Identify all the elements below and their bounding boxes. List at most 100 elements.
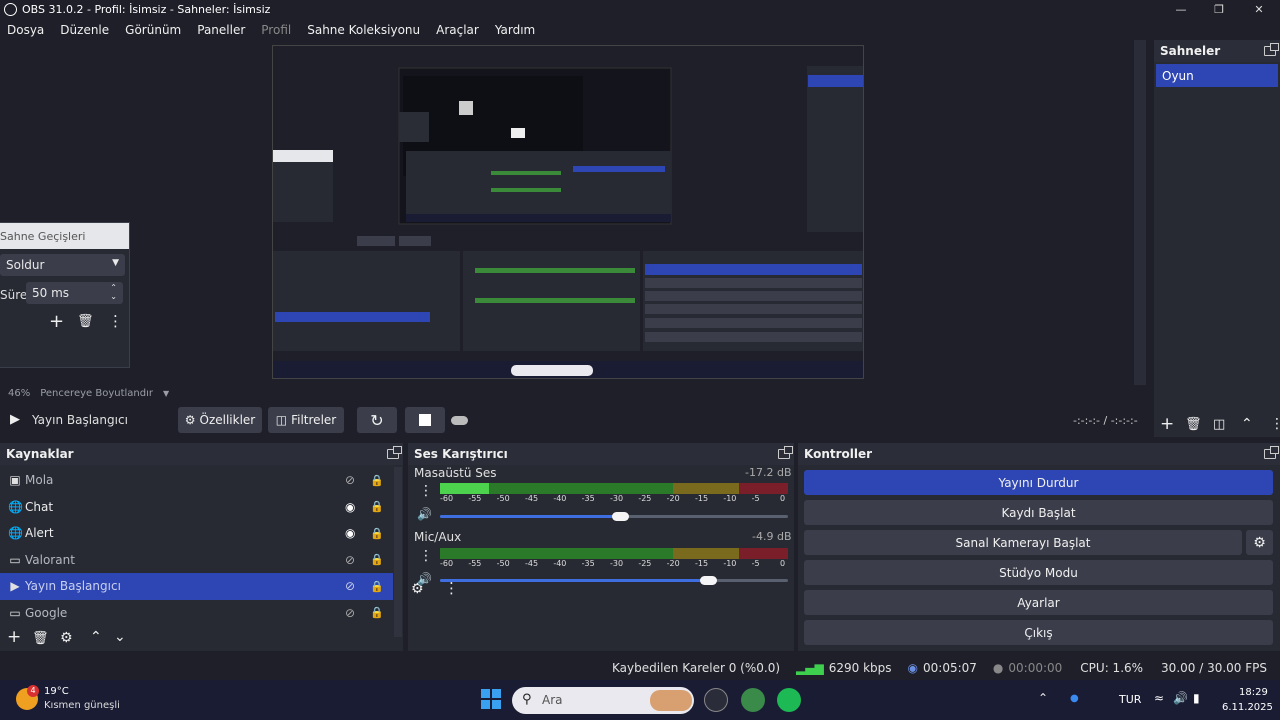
scene-item[interactable]: Oyun: [1156, 64, 1278, 87]
maximize-button[interactable]: ❐: [1200, 0, 1238, 19]
scene-filters-icon[interactable]: ◫: [1213, 417, 1225, 432]
tray-app-icon[interactable]: ●: [1070, 693, 1079, 704]
transition-more-icon[interactable]: ⋮: [108, 312, 123, 330]
taskbar-search[interactable]: ⚲ Ara: [512, 687, 694, 714]
lock-icon[interactable]: 🔒: [370, 500, 384, 513]
channel-menu-icon[interactable]: ⋮: [419, 483, 433, 499]
window-capture-icon: ▭: [9, 605, 21, 620]
spin-arrows-icon[interactable]: ⌃ ⌄: [110, 283, 117, 301]
volume-meter: [440, 483, 788, 494]
preview-scrollbar[interactable]: [1134, 40, 1146, 385]
restart-button[interactable]: ↻: [357, 407, 397, 433]
lock-icon[interactable]: 🔒: [370, 580, 384, 593]
move-up-icon[interactable]: ⌃: [90, 629, 102, 645]
duration-spinbox[interactable]: 50 ms ⌃ ⌄: [26, 282, 123, 304]
meter-tick-label: 0: [780, 559, 786, 568]
menu-scene-collection[interactable]: Sahne Koleksiyonu: [307, 23, 420, 37]
clock-time[interactable]: 18:29: [1239, 687, 1268, 698]
stop-streaming-button[interactable]: Yayını Durdur: [804, 470, 1273, 495]
minimize-button[interactable]: —: [1162, 0, 1200, 19]
meter-tick-label: -15: [695, 494, 709, 503]
move-down-icon[interactable]: ⌄: [114, 629, 126, 645]
remove-scene-icon[interactable]: 🗑: [1185, 417, 1202, 432]
source-properties-icon[interactable]: ⚙: [60, 630, 73, 646]
exit-button[interactable]: Çıkış: [804, 620, 1273, 645]
menu-profile[interactable]: Profil: [261, 23, 291, 37]
studio-mode-button[interactable]: Stüdyo Modu: [804, 560, 1273, 585]
source-item-valorant[interactable]: ▭ Valorant ⊘ 🔒: [0, 547, 393, 574]
volume-slider-knob[interactable]: [612, 512, 629, 521]
preview-canvas[interactable]: [272, 45, 864, 379]
globe-icon: 🌐: [8, 499, 23, 514]
obs-taskbar-icon[interactable]: [704, 688, 728, 712]
source-item-google[interactable]: ▭ Google ⊘ 🔒: [0, 600, 393, 627]
eye-icon[interactable]: ◉: [345, 500, 355, 514]
clock-date[interactable]: 6.11.2025: [1222, 702, 1273, 713]
channel-db: -17.2 dB: [745, 466, 792, 479]
lock-icon[interactable]: 🔒: [370, 474, 384, 487]
battery-icon[interactable]: ▮: [1193, 691, 1200, 705]
tray-chevron-icon[interactable]: ⌃: [1038, 691, 1048, 705]
zoom-dropdown-icon[interactable]: ▼: [163, 389, 169, 398]
undock-icon[interactable]: [1264, 446, 1279, 459]
eye-hidden-icon[interactable]: ⊘: [345, 606, 355, 620]
stop-button[interactable]: [405, 407, 445, 433]
menu-edit[interactable]: Düzenle: [60, 23, 109, 37]
add-source-icon[interactable]: +: [7, 627, 21, 647]
menu-help[interactable]: Yardım: [495, 23, 535, 37]
virtual-camera-settings-button[interactable]: ⚙: [1246, 530, 1273, 555]
cpu-usage: CPU: 1.6%: [1080, 660, 1144, 675]
eye-hidden-icon[interactable]: ⊘: [345, 553, 355, 567]
remove-transition-icon[interactable]: 🗑: [77, 314, 94, 329]
scene-more-icon[interactable]: ⋮: [1270, 416, 1280, 432]
play-icon[interactable]: ▶: [10, 412, 20, 427]
volume-slider-knob[interactable]: [700, 576, 717, 585]
input-language[interactable]: TUR: [1119, 693, 1141, 706]
menu-view[interactable]: Görünüm: [125, 23, 181, 37]
properties-button[interactable]: ⚙ Özellikler: [178, 407, 262, 433]
channel-name: Mic/Aux: [414, 530, 462, 544]
menu-tools[interactable]: Araçlar: [436, 23, 479, 37]
close-button[interactable]: ✕: [1240, 0, 1278, 19]
undock-icon[interactable]: [1264, 43, 1279, 56]
menu-docks[interactable]: Paneller: [197, 23, 245, 37]
wifi-icon[interactable]: ≈: [1154, 691, 1164, 705]
sources-scrollbar[interactable]: [394, 467, 402, 637]
windows-start-icon[interactable]: [481, 689, 501, 709]
lock-icon[interactable]: 🔒: [370, 553, 384, 566]
source-item-alert[interactable]: 🌐 Alert ◉ 🔒: [0, 520, 393, 547]
speaker-icon[interactable]: 🔊: [417, 572, 432, 586]
controls-title: Kontroller: [804, 447, 873, 461]
remove-source-icon[interactable]: 🗑: [32, 631, 49, 646]
source-item-chat[interactable]: 🌐 Chat ◉ 🔒: [0, 494, 393, 521]
add-scene-icon[interactable]: +: [1160, 414, 1174, 434]
start-recording-button[interactable]: Kaydı Başlat: [804, 500, 1273, 525]
menu-bar: Dosya Düzenle Görünüm Paneller Profil Sa…: [0, 19, 1280, 40]
stop-icon: [419, 414, 431, 426]
spotify-taskbar-icon[interactable]: [777, 688, 801, 712]
lock-icon[interactable]: 🔒: [370, 527, 384, 540]
eye-icon[interactable]: ◉: [345, 526, 355, 540]
eye-hidden-icon[interactable]: ⊘: [345, 579, 355, 593]
undock-icon[interactable]: [778, 446, 793, 459]
volume-icon[interactable]: 🔊: [1173, 691, 1188, 705]
eye-hidden-icon[interactable]: ⊘: [345, 473, 355, 487]
speaker-icon[interactable]: 🔊: [417, 507, 432, 521]
transition-select[interactable]: Soldur ▼: [0, 254, 125, 276]
menu-file[interactable]: Dosya: [7, 23, 44, 37]
filters-button[interactable]: ◫ Filtreler: [268, 407, 344, 433]
source-item-mola[interactable]: ▣ Mola ⊘ 🔒: [0, 467, 393, 494]
zoom-mode[interactable]: Pencereye Boyutlandır: [40, 388, 153, 399]
media-seek-slider[interactable]: [451, 416, 468, 425]
move-scene-up-icon[interactable]: ⌃: [1241, 416, 1253, 432]
source-item-yayin-baslangici[interactable]: ▶ Yayın Başlangıcı ⊘ 🔒: [0, 573, 393, 600]
meter-tick-label: -30: [610, 559, 624, 568]
lock-icon[interactable]: 🔒: [370, 606, 384, 619]
search-icon: ⚲: [522, 692, 532, 707]
start-virtual-camera-button[interactable]: Sanal Kamerayı Başlat: [804, 530, 1242, 555]
settings-button[interactable]: Ayarlar: [804, 590, 1273, 615]
channel-menu-icon[interactable]: ⋮: [419, 548, 433, 564]
chrome-taskbar-icon[interactable]: [741, 688, 765, 712]
add-transition-icon[interactable]: +: [49, 311, 64, 332]
undock-icon[interactable]: [387, 446, 402, 459]
